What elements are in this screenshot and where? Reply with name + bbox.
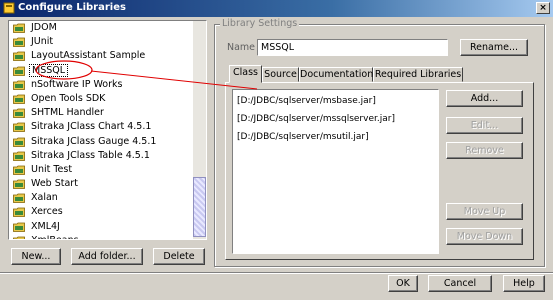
move-up-button: Move Up xyxy=(446,203,523,220)
library-folder-icon xyxy=(13,179,25,189)
window-title: Configure Libraries xyxy=(18,2,126,13)
library-settings-label: Library Settings xyxy=(220,18,300,29)
library-item-label: LayoutAssistant Sample xyxy=(31,50,146,62)
library-folder-icon xyxy=(13,236,25,239)
class-path-item[interactable]: [D:/JDBC/sqlserver/mssqlserver.jar] xyxy=(233,110,438,128)
library-item[interactable]: JUnit xyxy=(9,35,193,49)
library-item-label: XML4J xyxy=(31,220,60,232)
library-item[interactable]: Web Start xyxy=(9,177,193,191)
list-scrollbar[interactable] xyxy=(193,21,206,239)
help-button[interactable]: Help xyxy=(503,275,545,292)
library-folder-icon xyxy=(13,165,25,175)
library-item[interactable]: Xerces xyxy=(9,205,193,219)
library-folder-icon xyxy=(13,222,25,232)
new-library-button[interactable]: New... xyxy=(11,248,61,265)
library-list[interactable]: JDOM JUnit LayoutAssistant Sample MSSQL nSof… xyxy=(8,20,207,240)
edit-path-button: Edit... xyxy=(446,117,523,134)
library-item-label: nSoftware IP Works xyxy=(31,78,123,90)
library-item[interactable]: MSSQL xyxy=(9,63,193,78)
library-item[interactable]: Xalan xyxy=(9,191,193,205)
library-item-label: Xerces xyxy=(31,206,63,218)
library-item-label: JDOM xyxy=(31,22,57,33)
library-item-label: SHTML Handler xyxy=(31,107,104,119)
rename-button[interactable]: Rename... xyxy=(460,39,528,56)
footer-separator xyxy=(0,272,553,274)
delete-library-button[interactable]: Delete xyxy=(153,248,205,265)
library-item-label: Open Tools SDK xyxy=(31,92,106,104)
cancel-button[interactable]: Cancel xyxy=(428,275,492,292)
close-icon[interactable]: × xyxy=(536,2,550,14)
library-folder-icon xyxy=(13,80,25,90)
library-item-label: Sitraka JClass Chart 4.5.1 xyxy=(31,121,152,133)
library-folder-icon xyxy=(13,137,25,147)
library-folder-icon xyxy=(13,108,25,119)
add-folder-button[interactable]: Add folder... xyxy=(71,248,143,265)
library-folder-icon xyxy=(13,23,25,33)
library-item[interactable]: LayoutAssistant Sample xyxy=(9,49,193,63)
class-path-item[interactable]: [D:/JDBC/sqlserver/msutil.jar] xyxy=(233,128,438,146)
move-down-button: Move Down xyxy=(446,228,523,245)
library-item-label: JUnit xyxy=(31,36,54,48)
tab-source[interactable]: Source xyxy=(262,67,299,82)
add-path-button[interactable]: Add... xyxy=(446,90,523,107)
app-icon xyxy=(3,2,15,14)
library-folder-icon xyxy=(13,37,25,48)
title-bar: Configure Libraries × xyxy=(0,0,553,17)
library-item-label: Sitraka JClass Gauge 4.5.1 xyxy=(31,135,157,147)
library-item[interactable]: Sitraka JClass Table 4.5.1 xyxy=(9,149,193,163)
library-item-label: MSSQL xyxy=(29,63,69,77)
library-folder-icon xyxy=(13,151,25,161)
library-item[interactable]: Sitraka JClass Gauge 4.5.1 xyxy=(9,135,193,149)
library-item[interactable]: XmlBeans xyxy=(9,234,193,239)
class-path-item[interactable]: [D:/JDBC/sqlserver/msbase.jar] xyxy=(233,92,438,110)
remove-path-button: Remove xyxy=(446,142,523,159)
ok-button[interactable]: OK xyxy=(388,275,418,292)
library-folder-icon xyxy=(13,208,25,218)
library-item[interactable]: Open Tools SDK xyxy=(9,92,193,106)
name-label: Name xyxy=(227,42,256,53)
library-item[interactable]: nSoftware IP Works xyxy=(9,78,193,92)
library-item-label: Unit Test xyxy=(31,163,73,175)
tab-required-libraries[interactable]: Required Libraries xyxy=(373,67,463,82)
library-rows: JDOM JUnit LayoutAssistant Sample MSSQL nSof… xyxy=(9,21,193,239)
scrollbar-thumb[interactable] xyxy=(193,177,206,237)
library-item-label: Xalan xyxy=(31,192,58,204)
library-item[interactable]: Sitraka JClass Chart 4.5.1 xyxy=(9,120,193,134)
tab-documentation[interactable]: Documentation xyxy=(299,67,373,82)
library-folder-icon xyxy=(13,66,25,76)
library-item[interactable]: Unit Test xyxy=(9,163,193,177)
class-path-list[interactable]: [D:/JDBC/sqlserver/msbase.jar] [D:/JDBC/s… xyxy=(232,89,439,254)
library-folder-icon xyxy=(13,122,25,133)
library-folder-icon xyxy=(13,94,25,104)
library-item-label: Web Start xyxy=(31,178,78,190)
library-item[interactable]: XML4J xyxy=(9,220,193,234)
library-item[interactable]: SHTML Handler xyxy=(9,106,193,120)
library-item-label: Sitraka JClass Table 4.5.1 xyxy=(31,149,150,161)
library-folder-icon xyxy=(13,51,25,62)
library-name-field[interactable]: MSSQL xyxy=(257,39,448,56)
library-item[interactable]: JDOM xyxy=(9,21,193,35)
library-folder-icon xyxy=(13,193,25,204)
library-item-label: XmlBeans xyxy=(29,235,81,239)
tab-class[interactable]: Class xyxy=(229,65,262,83)
